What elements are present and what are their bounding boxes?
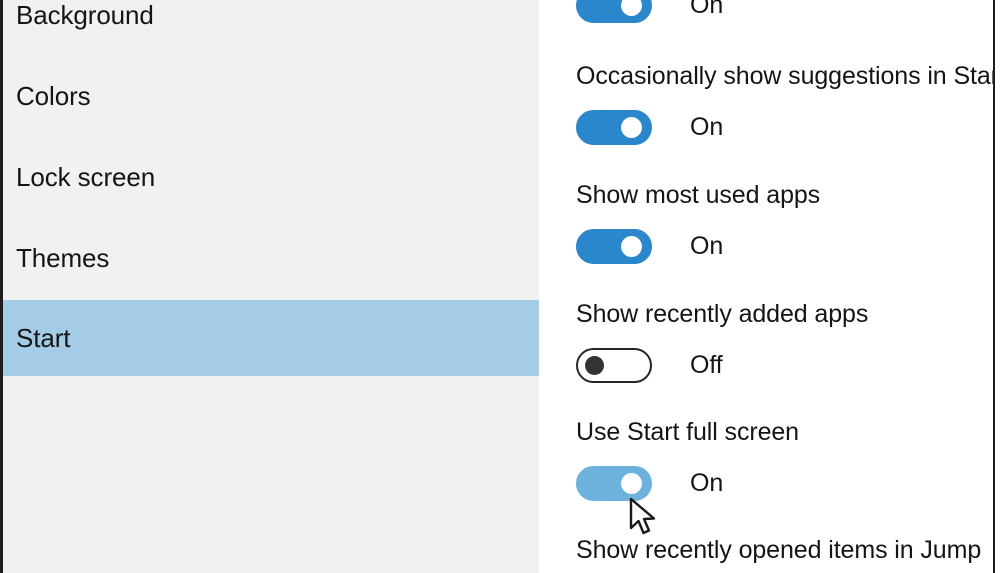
toggle-state-label: On [690,469,724,497]
toggle-switch-0[interactable] [576,0,652,23]
setting-row-occasionally-show-suggestions: On [576,110,723,145]
sidebar-item-label: Start [16,323,71,353]
setting-label-use-start-full-screen: Use Start full screen [576,418,799,446]
toggle-knob [621,473,642,494]
start-settings-panel: On Occasionally show suggestions in Star… [539,0,993,573]
toggle-switch-occasionally-show-suggestions[interactable] [576,110,652,145]
setting-label-show-recently-added-apps: Show recently added apps [576,300,869,328]
setting-row-show-recently-added-apps: Off [576,348,723,383]
settings-sidebar: Background Colors Lock screen Themes Sta… [3,0,539,573]
setting-row-0: On [576,0,723,23]
setting-label-show-recently-opened-items: Show recently opened items in Jump [576,536,982,564]
sidebar-item-label: Lock screen [16,162,156,192]
settings-window: Background Colors Lock screen Themes Sta… [0,0,1000,573]
sidebar-item-lock-screen[interactable]: Lock screen [3,139,539,215]
window-right-border [993,0,995,573]
sidebar-item-label: Background [16,0,154,30]
toggle-state-label: Off [690,351,723,379]
sidebar-item-colors[interactable]: Colors [3,58,539,134]
toggle-switch-use-start-full-screen[interactable] [576,466,652,501]
sidebar-item-background[interactable]: Background [3,0,539,53]
setting-row-show-most-used-apps: On [576,229,723,264]
toggle-knob [621,236,642,257]
toggle-state-label: On [690,0,724,19]
toggle-state-label: On [690,113,724,141]
setting-label-show-most-used-apps: Show most used apps [576,181,821,209]
setting-label-occasionally-show-suggestions: Occasionally show suggestions in Star [576,62,993,90]
sidebar-item-themes[interactable]: Themes [3,220,539,296]
toggle-knob [621,0,642,16]
sidebar-item-start[interactable]: Start [3,300,539,376]
toggle-knob [585,356,604,375]
window-left-border [0,0,3,573]
toggle-switch-show-most-used-apps[interactable] [576,229,652,264]
toggle-knob [621,117,642,138]
toggle-state-label: On [690,232,724,260]
toggle-switch-show-recently-added-apps[interactable] [576,348,652,383]
setting-row-use-start-full-screen: On [576,466,723,501]
sidebar-item-label: Themes [16,243,110,273]
sidebar-item-label: Colors [16,81,91,111]
